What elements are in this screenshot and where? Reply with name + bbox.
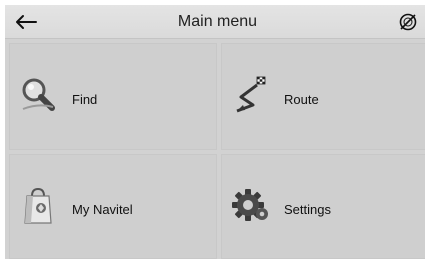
magnifier-icon bbox=[22, 78, 55, 111]
shopping-bag-icon bbox=[24, 187, 52, 224]
app-window: Main menu Find Route My Navitel Settings bbox=[5, 5, 425, 259]
menu-item-my-navitel[interactable]: My Navitel bbox=[9, 154, 217, 259]
gps-status-button[interactable] bbox=[396, 9, 420, 35]
gear-icon bbox=[232, 189, 268, 221]
top-bar: Main menu bbox=[5, 5, 425, 39]
page-title: Main menu bbox=[177, 13, 258, 30]
route-flag-icon bbox=[236, 76, 266, 113]
menu-item-settings[interactable]: Settings bbox=[221, 154, 425, 259]
menu-item-route[interactable]: Route bbox=[221, 43, 425, 150]
menu-item-label: Route bbox=[284, 92, 319, 107]
menu-item-label: Settings bbox=[284, 202, 331, 217]
menu-item-label: My Navitel bbox=[72, 202, 133, 217]
gps-off-icon bbox=[399, 13, 417, 31]
menu-item-find[interactable]: Find bbox=[9, 43, 217, 150]
menu-item-label: Find bbox=[72, 92, 98, 107]
